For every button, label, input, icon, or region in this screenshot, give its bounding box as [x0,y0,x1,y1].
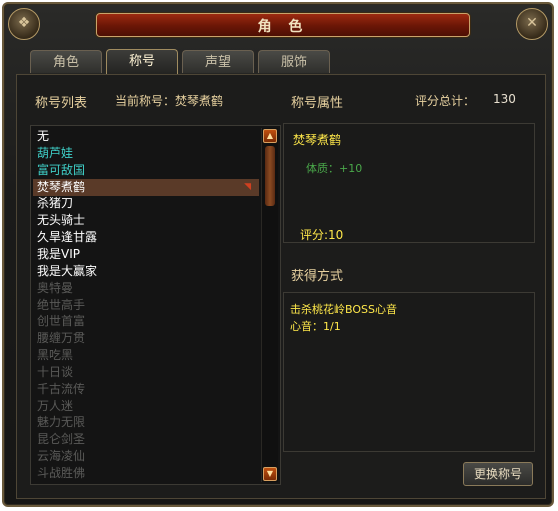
scroll-up-button[interactable]: ▲ [263,129,277,143]
title-list: 无葫芦娃 富可敌国 ◥ 焚琴煮鹤 杀猪刀 无头骑士 久旱逢甘露 我是VIP 我是大赢家 奥特曼 绝世… [30,125,281,485]
obtain-method-header: 获得方式 [291,269,344,284]
title-list-item[interactable]: 千古流传 [37,381,85,398]
scrollbar[interactable]: ▲ ▼ [261,128,278,482]
obtain-method-box: 击杀桃花岭BOSS心音 心音：1/1 [283,292,535,452]
obtain-line-1: 击杀桃花岭BOSS心音 [290,303,397,316]
score-total-label: 评分总计： [415,94,476,108]
close-icon: ✕ [526,15,538,31]
selected-marker-icon: ◥ [244,181,251,192]
character-window: ❖ 角 色 ✕ 角色 称号 声望 服饰 称号列表 当前称号：焚琴煮鹤 无葫芦娃富… [2,2,554,507]
title-list-item[interactable]: 创世首富 [37,313,85,330]
title-attributes-header: 称号属性 [291,96,344,111]
title-list-item[interactable]: 富可敌国 [37,162,85,179]
window-title-bar: 角 色 [96,13,470,37]
title-list-item[interactable]: 万人迷 [37,398,73,415]
title-list-item[interactable]: 十日谈 [37,364,73,381]
title-list-item[interactable]: 我是VIP [37,246,80,263]
title-list-header: 称号列表 [35,96,88,111]
window-emblem-icon: ❖ [8,8,40,40]
score-total-value: 130 [493,92,516,106]
close-button[interactable]: ✕ [516,8,548,40]
attribute-line: 体质：+10 [306,162,363,175]
tab-costume[interactable]: 服饰 [258,50,330,73]
title-list-item[interactable]: 杀猪刀 [37,195,73,212]
attributes-box: 焚琴煮鹤 体质：+10 评分:10 [283,123,535,243]
change-title-button[interactable]: 更换称号 [463,462,533,486]
tab-character[interactable]: 角色 [30,50,102,73]
title-list-item[interactable]: 昆仑剑圣 [37,431,85,448]
title-list-item[interactable]: 无头骑士 [37,212,85,229]
titles-panel: 称号列表 当前称号：焚琴煮鹤 无葫芦娃 富可敌国 ◥ 焚琴煮鹤 杀猪刀 无头骑士 久旱逢甘露… [16,74,546,499]
selected-title-name: 焚琴煮鹤 [293,133,342,147]
title-list-item[interactable]: 黑吃黑 [37,347,73,364]
current-title-label: 当前称号：焚琴煮鹤 [115,94,224,108]
tab-titles[interactable]: 称号 [106,49,178,74]
obtain-line-2: 心音：1/1 [290,320,341,333]
title-list-item[interactable]: 无 [37,128,49,145]
title-list-item[interactable]: 斗战胜佛 [37,465,85,482]
title-list-item[interactable]: 奥特曼 [37,280,73,297]
arrow-down-icon: ▼ [266,469,274,478]
title-list-item[interactable]: 绝世高手 [37,297,85,314]
title-list-item[interactable]: 葫芦娃 [37,145,73,162]
title-list-item[interactable]: 魅力无限 [37,414,85,431]
title-list-item[interactable]: 云海凌仙 [37,448,85,465]
scroll-down-button[interactable]: ▼ [263,467,277,481]
title-list-item[interactable]: 我是大赢家 [37,263,97,280]
window-title: 角 色 [257,19,309,35]
arrow-up-icon: ▲ [266,131,274,140]
scroll-thumb[interactable] [265,146,275,206]
title-list-item[interactable]: 久旱逢甘露 [37,229,97,246]
tab-reputation[interactable]: 声望 [182,50,254,73]
title-list-item[interactable]: 腰缠万贯 [37,330,85,347]
title-score: 评分:10 [300,228,344,242]
title-list-item[interactable]: 焚琴煮鹤 [37,179,85,196]
